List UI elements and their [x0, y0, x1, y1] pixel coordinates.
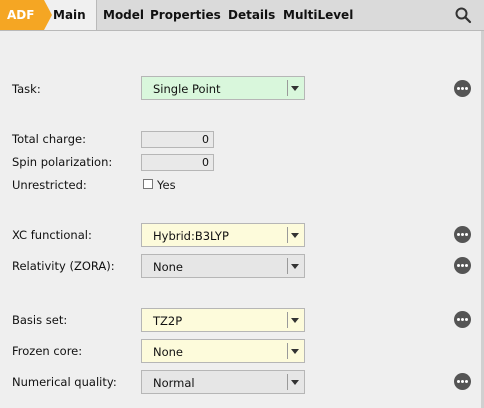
select-divider [287, 227, 288, 243]
select-divider [287, 312, 288, 328]
tab-model[interactable]: Model [103, 8, 144, 22]
xc-functional-select[interactable]: Hybrid:B3LYP [141, 223, 305, 247]
basis-set-value: TZ2P [153, 314, 183, 328]
select-divider [287, 374, 288, 390]
spin-polarization-label: Spin polarization: [12, 155, 113, 169]
select-divider [287, 258, 288, 274]
chevron-down-icon [291, 318, 299, 323]
numerical-quality-select[interactable]: Normal [141, 370, 305, 394]
search-icon[interactable] [454, 6, 472, 24]
total-charge-input[interactable]: 0 [141, 131, 214, 148]
tab-properties[interactable]: Properties [150, 8, 221, 22]
tab-multilevel[interactable]: MultiLevel [283, 8, 353, 22]
chevron-down-icon [291, 233, 299, 238]
basis-set-select[interactable]: TZ2P [141, 308, 305, 332]
unrestricted-label: Unrestricted: [12, 178, 87, 192]
total-charge-label: Total charge: [12, 132, 86, 146]
task-more-icon[interactable] [454, 80, 471, 97]
chevron-down-icon [291, 349, 299, 354]
relativity-select[interactable]: None [141, 254, 305, 278]
frozen-core-label: Frozen core: [12, 344, 83, 358]
relativity-more-icon[interactable] [454, 257, 471, 274]
tab-details[interactable]: Details [228, 8, 275, 22]
frozen-core-select[interactable]: None [141, 339, 305, 363]
basis-set-label: Basis set: [12, 313, 68, 327]
adf-tab-arrow [44, 0, 52, 30]
numerical-quality-label: Numerical quality: [12, 375, 117, 389]
xc-functional-value: Hybrid:B3LYP [153, 229, 229, 243]
top-tab-bar: ADF Main Model Properties Details MultiL… [0, 0, 484, 31]
xc-functional-label: XC functional: [12, 228, 92, 242]
xc-functional-more-icon[interactable] [454, 226, 471, 243]
task-label: Task: [12, 82, 41, 96]
adf-tab-label: ADF [7, 8, 35, 22]
adf-tab[interactable]: ADF [0, 0, 44, 30]
tab-main-label: Main [53, 8, 86, 22]
unrestricted-checkbox[interactable] [143, 179, 153, 189]
spin-polarization-input[interactable]: 0 [141, 154, 214, 171]
chevron-down-icon [291, 86, 299, 91]
numerical-quality-value: Normal [153, 376, 195, 390]
select-divider [287, 343, 288, 359]
numerical-quality-more-icon[interactable] [454, 373, 471, 390]
basis-set-more-icon[interactable] [454, 311, 471, 328]
chevron-down-icon [291, 264, 299, 269]
frozen-core-value: None [153, 345, 184, 359]
task-select[interactable]: Single Point [141, 76, 305, 100]
select-divider [287, 80, 288, 96]
chevron-down-icon [291, 380, 299, 385]
task-value: Single Point [153, 82, 221, 96]
relativity-value: None [153, 260, 184, 274]
relativity-label: Relativity (ZORA): [12, 259, 115, 273]
unrestricted-option-label[interactable]: Yes [157, 178, 176, 192]
